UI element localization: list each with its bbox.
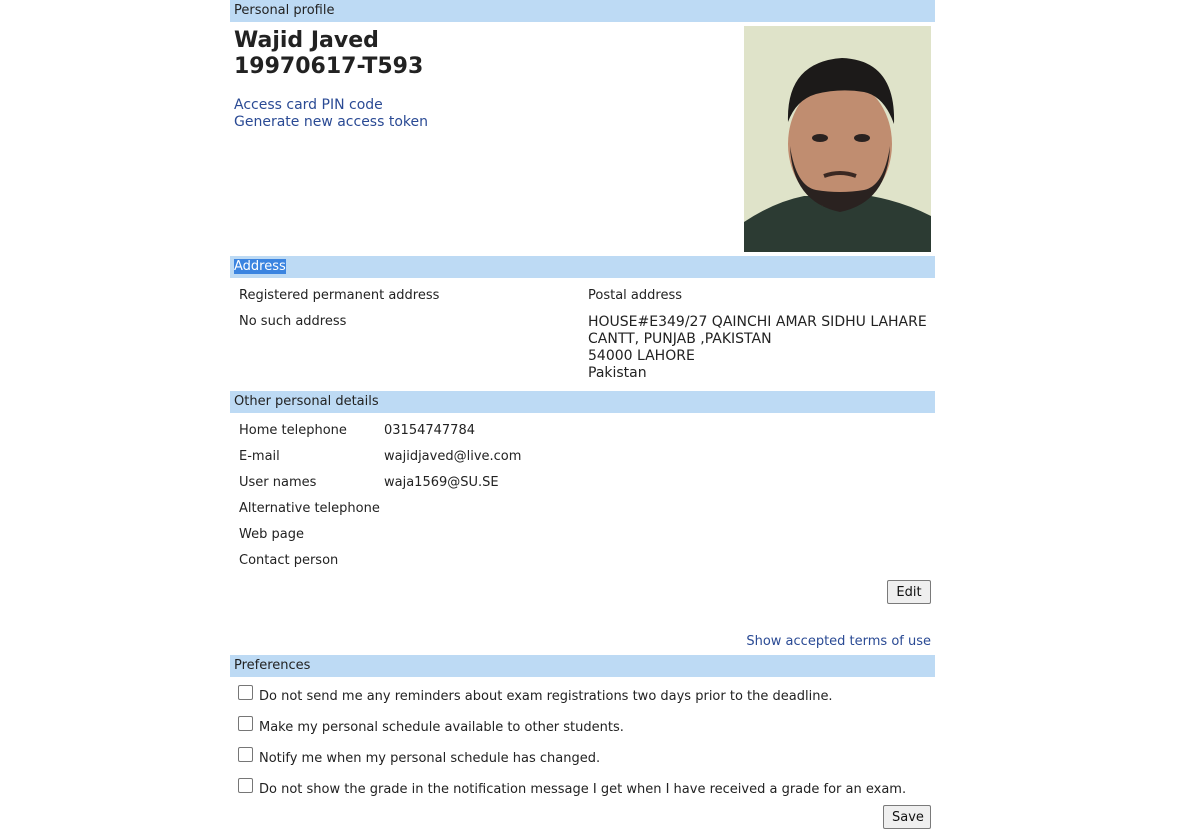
permanent-address-value: No such address	[239, 314, 347, 329]
preference-option[interactable]: Do not send me any reminders about exam …	[238, 685, 833, 704]
preference-option[interactable]: Do not show the grade in the notificatio…	[238, 778, 907, 797]
profile-photo-avatar-icon	[744, 26, 931, 252]
generate-token-link[interactable]: Generate new access token	[234, 114, 428, 130]
permanent-address-label: Registered permanent address	[239, 288, 440, 303]
postal-address-label: Postal address	[588, 288, 682, 303]
address-section: Registered permanent address Postal addr…	[230, 278, 935, 391]
section-header-address: Address	[230, 256, 935, 278]
section-header-other-details: Other personal details	[230, 391, 935, 413]
terms-of-use-link[interactable]: Show accepted terms of use	[746, 634, 931, 649]
preference-label: Do not show the grade in the notificatio…	[259, 782, 907, 797]
postal-address-line: Pakistan	[588, 365, 647, 381]
postal-address-line: HOUSE#E349/27 QAINCHI AMAR SIDHU LAHARE	[588, 314, 927, 330]
detail-label: Home telephone	[239, 423, 347, 438]
detail-value: waja1569@SU.SE	[384, 475, 499, 490]
preferences-section: Do not send me any reminders about exam …	[230, 677, 935, 829]
postal-address-value: HOUSE#E349/27 QAINCHI AMAR SIDHU LAHARE …	[588, 314, 927, 382]
detail-label: Web page	[239, 527, 304, 542]
access-card-pin-link[interactable]: Access card PIN code	[234, 97, 383, 113]
detail-label: Contact person	[239, 553, 339, 568]
detail-value: wajidjaved@live.com	[384, 449, 522, 464]
preference-label: Do not send me any reminders about exam …	[259, 689, 833, 704]
preference-option[interactable]: Notify me when my personal schedule has …	[238, 747, 601, 766]
detail-label: E-mail	[239, 449, 280, 464]
profile-section: Wajid Javed 19970617-T593 Access card PI…	[230, 22, 935, 256]
save-button[interactable]: Save	[883, 805, 931, 829]
preference-checkbox[interactable]	[238, 716, 253, 731]
preference-checkbox[interactable]	[238, 778, 253, 793]
profile-photo	[744, 26, 931, 252]
edit-button[interactable]: Edit	[887, 580, 931, 604]
other-details-section: Home telephone 03154747784 E-mail wajidj…	[230, 413, 935, 655]
preference-label: Notify me when my personal schedule has …	[259, 751, 601, 766]
page-content: Personal profile Wajid Javed 19970617-T5…	[230, 0, 935, 829]
preference-checkbox[interactable]	[238, 685, 253, 700]
student-name: Wajid Javed	[234, 28, 379, 53]
preference-option[interactable]: Make my personal schedule available to o…	[238, 716, 624, 735]
preference-label: Make my personal schedule available to o…	[259, 720, 624, 735]
detail-label: Alternative telephone	[239, 501, 380, 516]
preference-checkbox[interactable]	[238, 747, 253, 762]
detail-value: 03154747784	[384, 423, 475, 438]
postal-address-line: 54000 LAHORE	[588, 348, 695, 364]
postal-address-line: CANTT, PUNJAB ,PAKISTAN	[588, 331, 772, 347]
section-header-personal-profile: Personal profile	[230, 0, 935, 22]
detail-label: User names	[239, 475, 317, 490]
student-id: 19970617-T593	[234, 54, 424, 79]
section-header-preferences: Preferences	[230, 655, 935, 677]
